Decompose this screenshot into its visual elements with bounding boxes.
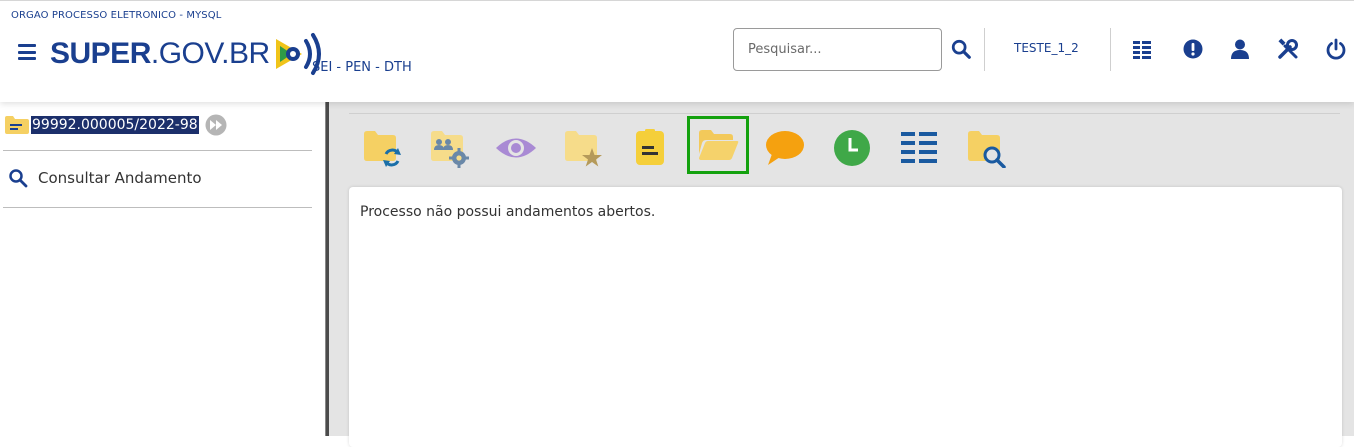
process-tree-panel: 99992.000005/2022-98 Consultar Andamento [0,102,325,436]
comment-graphic [766,131,804,165]
consult-progress-link[interactable]: Consultar Andamento [8,168,202,188]
consult-progress-label: Consultar Andamento [38,169,202,187]
group-settings-icon[interactable] [425,125,473,171]
search-icon [9,169,28,188]
logo-text-bold: SUPER [50,37,151,70]
fast-forward-icon[interactable] [205,114,227,136]
folder-sync-graphic [364,131,401,167]
logo-text: SUPER.GOV.BR [50,37,270,71]
menu-icon[interactable] [18,44,36,60]
group-settings-graphic [431,131,469,168]
divider [3,207,312,208]
process-content-panel: Processo não possui andamentos abertos. [329,102,1354,447]
empty-state-message: Processo não possui andamentos abertos. [360,204,656,220]
list-lines-icon[interactable] [895,125,943,171]
clock-icon[interactable] [828,125,876,171]
folder-search-graphic [968,131,1006,168]
folder-star-graphic [565,131,602,167]
power-icon[interactable] [1325,38,1347,60]
folder-search-icon[interactable] [962,125,1010,171]
org-name: ORGAO PROCESSO ELETRONICO - MYSQL [11,10,222,21]
alert-icon[interactable] [1182,38,1204,60]
divider [3,150,312,151]
note-graphic [636,129,664,165]
user-unit-link[interactable]: TESTE_1_2 [1014,41,1079,55]
folder-sync-icon[interactable] [358,125,406,171]
note-icon[interactable] [626,125,674,171]
folder-star-icon[interactable] [559,125,607,171]
comment-icon[interactable] [761,125,809,171]
header-divider [1110,28,1111,71]
tools-icon[interactable] [1277,38,1299,60]
list-icon[interactable] [1131,38,1153,60]
folder-icon [5,116,29,134]
folder-open-icon[interactable] [687,116,749,174]
search-icon[interactable] [950,38,972,60]
top-header: ORGAO PROCESSO ELETRONICO - MYSQL SUPER.… [0,0,1354,102]
header-divider [984,28,985,71]
system-name: SEI - PEN - DTH [312,60,412,75]
list-lines-graphic [901,132,937,163]
toolbar-divider [349,113,1340,114]
process-number-link[interactable]: 99992.000005/2022-98 [31,116,199,134]
clock-graphic [834,130,870,166]
user-icon[interactable] [1229,38,1251,60]
content-area: Processo não possui andamentos abertos. [349,187,1342,447]
search-input[interactable] [733,28,942,71]
logo-text-rest: .GOV.BR [150,37,270,70]
folder-open-graphic [699,130,739,160]
logo[interactable]: SUPER.GOV.BR [50,29,330,79]
eye-graphic [496,138,536,158]
eye-icon[interactable] [492,125,540,171]
process-tree-item[interactable]: 99992.000005/2022-98 [4,114,227,136]
